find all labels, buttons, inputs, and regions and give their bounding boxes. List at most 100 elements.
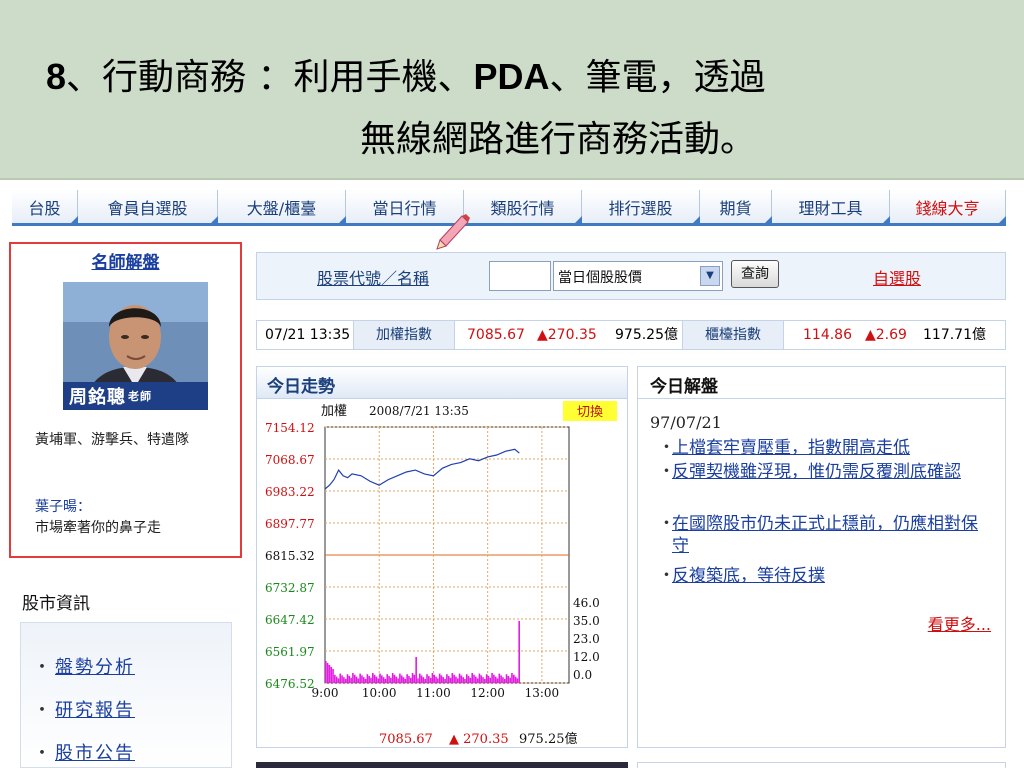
x-tick-label: 13:00 — [525, 686, 560, 700]
otc-change: ▲2.69 — [865, 327, 907, 343]
volume-bar — [332, 669, 334, 683]
news-item-text: 反複築底，等待反撲 — [672, 566, 825, 586]
volume-bar — [393, 674, 396, 683]
footer-index-volume: 975.25億 — [519, 731, 578, 747]
today-trend-panel: 今日走勢 7154.12 7068.67 6983.22 6897.77 6815.32… — [256, 366, 628, 748]
volume-bar — [489, 677, 492, 683]
volume-bar — [484, 679, 486, 683]
volume-bar — [480, 675, 483, 683]
volume-bar — [413, 674, 416, 683]
volume-bar — [395, 676, 398, 683]
otc-value: 114.86 — [803, 327, 852, 343]
volume-bar — [500, 675, 502, 683]
volume-bar — [406, 674, 408, 683]
volume-bar — [409, 677, 412, 683]
volume-tick-label: 23.0 — [573, 632, 600, 646]
news-item[interactable]: ・反複築底，等待反撲 — [658, 565, 988, 587]
side-link-announcement[interactable]: 股市公告 — [33, 739, 135, 765]
volume-bar — [344, 679, 347, 683]
volume-bar — [352, 673, 354, 683]
stock-code-label[interactable]: 股票代號／名稱 — [317, 265, 429, 289]
volume-bar — [328, 665, 331, 683]
volume-bar — [440, 675, 443, 683]
quote-type-select[interactable]: 當日個股股價 ▼ — [553, 261, 723, 291]
volume-bar — [464, 679, 466, 683]
volume-bar — [462, 677, 464, 683]
stock-code-input[interactable] — [489, 261, 551, 291]
volume-bar — [373, 674, 376, 683]
nav-item[interactable]: 類股行情 — [464, 190, 582, 223]
volume-bar — [391, 673, 394, 683]
volume-bar — [339, 673, 342, 683]
volume-bar — [498, 673, 501, 683]
volume-bar — [460, 675, 463, 683]
volume-bar — [491, 673, 493, 683]
volume-bar — [507, 676, 510, 683]
volume-bar — [487, 676, 490, 683]
volume-tick-label: 0.0 — [573, 668, 592, 682]
volume-bar — [357, 678, 360, 683]
nav-item[interactable]: 錢線大亨 — [890, 190, 1006, 223]
volume-bar — [435, 676, 437, 683]
side-link-research-report[interactable]: 研究報告 — [33, 696, 135, 722]
y-tick-label: 7068.67 — [265, 453, 315, 467]
nav-item[interactable]: 會員自選股 — [78, 190, 218, 223]
watchlist-link[interactable]: 自選股 — [873, 265, 921, 289]
volume-bar — [509, 677, 511, 683]
y-tick-label: 7154.12 — [265, 421, 315, 435]
volume-bar — [431, 673, 434, 683]
volume-bar — [467, 676, 470, 683]
website-screenshot: 台股 會員自選股 大盤/櫃臺 當日行情 類股行情 排行選股 期貨 理財工具 錢線大亨 名師解盤 … — [0, 182, 1024, 768]
news-item[interactable]: ・反彈契機雖浮現，惟仍需反覆測底確認 — [658, 461, 988, 483]
volume-bar — [420, 675, 423, 683]
taiex-change: ▲270.35 — [537, 327, 597, 343]
main-nav: 台股 會員自選股 大盤/櫃臺 當日行情 類股行情 排行選股 期貨 理財工具 錢線大亨 — [12, 190, 1006, 226]
query-button[interactable]: 查詢 — [731, 260, 779, 288]
nav-item[interactable]: 排行選股 — [582, 190, 700, 223]
volume-bar — [444, 679, 446, 683]
bottom-panel-edge — [637, 762, 1006, 768]
volume-bar — [379, 673, 381, 683]
volume-bar — [471, 673, 473, 683]
mentor-title-link[interactable]: 名師解盤 — [11, 248, 240, 273]
volume-bar — [485, 674, 488, 683]
side-link-market-analysis[interactable]: 盤勢分析 — [33, 653, 135, 679]
chevron-down-icon[interactable]: ▼ — [700, 266, 720, 286]
y-tick-label: 6561.97 — [265, 645, 315, 659]
volume-bar — [505, 674, 508, 683]
volume-bar — [473, 674, 475, 683]
x-tick-label: 9:00 — [312, 686, 339, 700]
nav-item[interactable]: 台股 — [12, 190, 78, 223]
nav-item[interactable]: 期貨 — [700, 190, 772, 223]
volume-bar — [494, 676, 497, 683]
volume-bar — [428, 676, 430, 683]
taiex-label: 加權指數 — [353, 321, 455, 349]
news-item[interactable]: ・在國際股市仍未正式止穩前，仍應相對保守 — [658, 513, 988, 557]
y-tick-label: 6897.77 — [265, 517, 315, 531]
otc-label: 櫃檯指數 — [682, 321, 784, 349]
volume-bar — [381, 675, 383, 683]
volume-bar — [518, 621, 520, 683]
today-trend-title: 今日走勢 — [257, 367, 627, 399]
nav-item[interactable]: 理財工具 — [772, 190, 890, 223]
nav-item[interactable]: 大盤/櫃臺 — [218, 190, 346, 223]
volume-bar — [424, 679, 427, 683]
volume-bar — [326, 663, 329, 683]
bottom-panel-edge — [256, 762, 628, 768]
volume-bar — [382, 677, 385, 683]
volume-bar — [411, 673, 414, 683]
volume-bar — [343, 677, 345, 683]
mentor-description: 黃埔軍、游擊兵、特遣隊 — [35, 432, 189, 448]
y-tick-label: 6476.52 — [265, 677, 315, 691]
volume-bar — [511, 673, 513, 683]
news-item[interactable]: ・上檔套牢賣壓重，指數開高走低 — [658, 437, 988, 459]
volume-bar — [458, 673, 461, 683]
volume-bar — [371, 673, 374, 683]
otc-volume: 117.71億 — [923, 327, 986, 343]
mentor-portrait[interactable]: 周銘聰 老師 — [63, 282, 208, 410]
switch-label: 切換 — [577, 405, 603, 420]
see-more-link[interactable]: 看更多... — [928, 611, 991, 635]
mentor2-name-link[interactable]: 葉子暘： — [35, 496, 91, 516]
volume-bar — [465, 674, 468, 683]
quote-type-value: 當日個股股價 — [558, 270, 642, 286]
